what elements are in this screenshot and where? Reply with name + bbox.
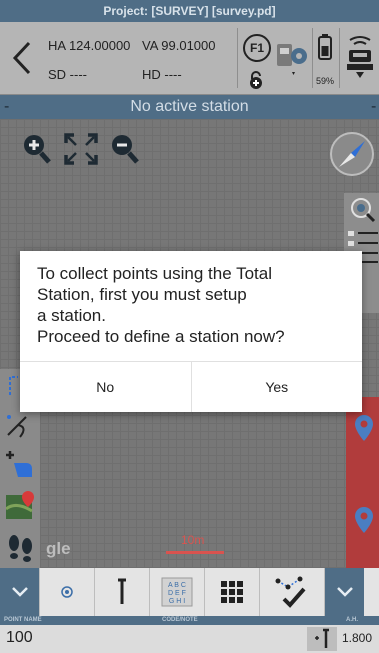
edit-line-icon[interactable] bbox=[6, 409, 34, 439]
measure-button[interactable] bbox=[260, 568, 325, 616]
field-labels-bar: POINT NAME CODE/NOTE A.H. bbox=[0, 616, 379, 625]
yes-button[interactable]: Yes bbox=[190, 362, 363, 412]
target-dot-icon bbox=[61, 586, 73, 598]
height-button[interactable] bbox=[307, 627, 337, 651]
expand-toolbar-button[interactable] bbox=[325, 568, 364, 616]
station-status-text: No active station bbox=[130, 98, 249, 115]
dialog-message-line: a station. bbox=[37, 306, 106, 325]
zoom-in-icon[interactable] bbox=[22, 133, 52, 165]
instrument-settings-icon[interactable] bbox=[276, 40, 310, 78]
f1-button[interactable]: F1 bbox=[243, 34, 271, 62]
va-value: VA 99.01000 bbox=[142, 38, 216, 53]
battery-percent: 59% bbox=[316, 76, 335, 86]
rod-icon bbox=[118, 578, 126, 604]
chevron-down-icon bbox=[11, 587, 28, 597]
hd-value: HD ---- bbox=[142, 67, 182, 82]
svg-text:A B C: A B C bbox=[168, 582, 186, 589]
keypad-icon bbox=[221, 581, 243, 603]
divider bbox=[237, 28, 238, 88]
battery-icon bbox=[318, 34, 332, 60]
zoom-out-icon[interactable] bbox=[110, 133, 140, 165]
station-status-bar: - No active station - bbox=[0, 95, 379, 119]
chevron-left-icon bbox=[12, 41, 31, 75]
dialog-buttons: No Yes bbox=[20, 361, 362, 412]
setup-station-dialog: To collect points using the Total Statio… bbox=[20, 251, 362, 412]
svg-text:G H I: G H I bbox=[169, 598, 185, 605]
code-button[interactable]: A B C D E F G H I bbox=[150, 568, 205, 616]
map-attribution: gle bbox=[46, 539, 71, 558]
measure-check-icon bbox=[275, 576, 306, 608]
right-dash: - bbox=[371, 98, 377, 115]
left-dash: - bbox=[4, 98, 10, 115]
divider bbox=[312, 28, 313, 88]
footsteps-icon[interactable] bbox=[6, 533, 36, 563]
chevron-down-icon bbox=[336, 587, 353, 597]
no-button[interactable]: No bbox=[20, 362, 191, 412]
code-note-label: CODE/NOTE bbox=[162, 617, 198, 623]
target-icon[interactable] bbox=[350, 197, 376, 223]
measurement-header: HA 124.00000 VA 99.01000 SD ---- HD ----… bbox=[0, 22, 379, 95]
compass-icon[interactable] bbox=[329, 131, 375, 177]
keypad-button[interactable] bbox=[205, 568, 260, 616]
ha-value: HA 124.00000 bbox=[48, 38, 131, 53]
stakeout-strip bbox=[346, 397, 379, 568]
point-mode-button[interactable] bbox=[40, 568, 95, 616]
scale-bar bbox=[166, 551, 224, 554]
window-title: Project: [SURVEY] [survey.pd] bbox=[0, 0, 379, 22]
bottom-toolbar: A B C D E F G H I bbox=[0, 568, 379, 616]
dialog-message-line: Station, first you must setup bbox=[37, 285, 247, 304]
antenna-height-label: A.H. bbox=[346, 617, 358, 623]
point-name-field[interactable]: 100 bbox=[6, 629, 33, 647]
field-values-bar: 100 1.800 bbox=[0, 625, 379, 653]
dialog-message: To collect points using the Total Statio… bbox=[37, 263, 355, 347]
map-pin-icon[interactable] bbox=[354, 507, 374, 537]
divider bbox=[339, 28, 340, 88]
dialog-message-line: To collect points using the Total bbox=[37, 264, 272, 283]
scale-label: 10m bbox=[181, 533, 205, 547]
total-station-icon[interactable] bbox=[344, 34, 376, 84]
rod-height-icon bbox=[315, 628, 329, 648]
svg-text:D E F: D E F bbox=[168, 590, 186, 597]
map-layer-icon[interactable] bbox=[6, 491, 36, 521]
zoom-extent-icon[interactable] bbox=[64, 133, 98, 165]
back-button[interactable] bbox=[6, 36, 38, 80]
rod-height-button[interactable] bbox=[95, 568, 150, 616]
add-point-hand-icon[interactable] bbox=[4, 449, 36, 481]
point-name-label: POINT NAME bbox=[4, 617, 42, 623]
dialog-message-line: Proceed to define a station now? bbox=[37, 327, 285, 346]
keyboard-code-icon: A B C D E F G H I bbox=[161, 577, 193, 607]
antenna-height-value[interactable]: 1.800 bbox=[342, 631, 372, 645]
collapse-toolbar-button[interactable] bbox=[0, 568, 40, 616]
lock-icon[interactable] bbox=[246, 70, 266, 90]
sd-value: SD ---- bbox=[48, 67, 87, 82]
map-pin-icon[interactable] bbox=[354, 415, 374, 445]
